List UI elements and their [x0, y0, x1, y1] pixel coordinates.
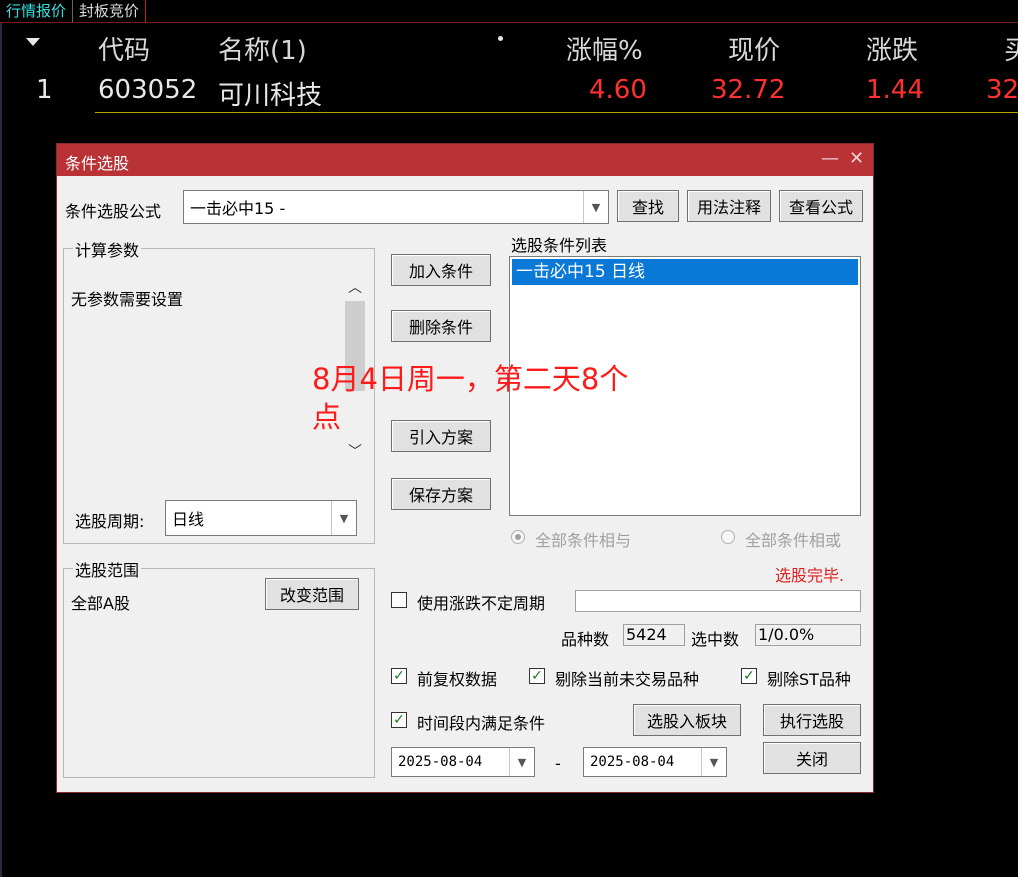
- status-text: 选股完毕.: [775, 566, 845, 585]
- period-combo[interactable]: 日线 ▼: [165, 500, 357, 536]
- condition-list-label: 选股条件列表: [511, 236, 608, 255]
- formula-combo[interactable]: 一击必中15 - ▼: [183, 190, 609, 224]
- header-name[interactable]: 名称(1): [218, 30, 307, 67]
- exclude-untraded-checkbox[interactable]: ✓: [529, 668, 545, 684]
- radio-or[interactable]: [721, 530, 735, 544]
- adjusted-checkbox[interactable]: ✓: [391, 668, 407, 684]
- view-formula-button[interactable]: 查看公式: [779, 190, 863, 222]
- formula-value: 一击必中15 -: [190, 199, 286, 218]
- time-range-checkbox[interactable]: ✓: [391, 712, 407, 728]
- radio-and-label: 全部条件相与: [535, 531, 632, 550]
- period-label: 选股周期:: [75, 512, 145, 531]
- time-range-label: 时间段内满足条件: [417, 714, 546, 733]
- tab-bar: 行情报价 封板竞价: [0, 0, 147, 22]
- execute-button[interactable]: 执行选股: [763, 704, 861, 736]
- period-value: 日线: [172, 510, 205, 529]
- formula-label: 条件选股公式: [65, 202, 162, 221]
- dialog-title: 条件选股: [65, 154, 130, 173]
- header-price[interactable]: 现价: [728, 30, 780, 67]
- variable-period-label: 使用涨跌不定周期: [417, 594, 546, 613]
- params-text: 无参数需要设置: [71, 290, 184, 309]
- dot-icon: [498, 36, 503, 41]
- header-bid[interactable]: 买: [1004, 30, 1018, 67]
- variable-period-input[interactable]: [575, 590, 861, 612]
- adjusted-label: 前复权数据: [417, 670, 498, 689]
- exclude-untraded-label: 剔除当前未交易品种: [555, 670, 700, 689]
- exclude-st-checkbox[interactable]: ✓: [741, 668, 757, 684]
- header-code[interactable]: 代码: [98, 30, 150, 67]
- params-group-label: 计算参数: [73, 237, 142, 261]
- left-edge: [0, 23, 2, 877]
- date-from: 2025-08-04: [398, 754, 483, 770]
- chevron-down-icon[interactable]: ▼: [701, 748, 726, 776]
- list-item[interactable]: 一击必中15 日线: [512, 259, 858, 285]
- chevron-down-icon[interactable]: ﹀: [343, 441, 367, 461]
- date-from-combo[interactable]: 2025-08-04 ▼: [391, 747, 535, 777]
- row-price: 32.72: [711, 75, 786, 105]
- to-block-button[interactable]: 选股入板块: [633, 704, 741, 736]
- selected-value: 1/0.0%: [755, 624, 861, 646]
- row-change: 1.44: [866, 75, 924, 105]
- delete-condition-button[interactable]: 删除条件: [391, 310, 491, 342]
- date-separator: -: [555, 754, 561, 773]
- variable-period-checkbox[interactable]: [391, 592, 407, 608]
- chevron-down-icon[interactable]: ▼: [331, 501, 356, 535]
- usage-button[interactable]: 用法注释: [687, 190, 771, 222]
- chevron-up-icon[interactable]: ︿: [343, 277, 367, 297]
- minimize-icon[interactable]: —: [821, 148, 839, 169]
- change-scope-button[interactable]: 改变范围: [265, 578, 359, 610]
- sort-menu-icon[interactable]: [26, 38, 40, 46]
- chevron-down-icon[interactable]: ▼: [509, 748, 534, 776]
- tab-limit-bid[interactable]: 封板竞价: [73, 0, 147, 22]
- row-underline: [95, 112, 1018, 113]
- find-button[interactable]: 查找: [617, 190, 679, 222]
- tab-quotes[interactable]: 行情报价: [0, 0, 74, 22]
- scope-group-label: 选股范围: [73, 557, 142, 581]
- chevron-down-icon[interactable]: ▼: [583, 191, 608, 223]
- condition-screen-dialog: 条件选股 — ✕ 条件选股公式 一击必中15 - ▼ 查找 用法注释 查看公式 …: [56, 143, 874, 793]
- save-plan-button[interactable]: 保存方案: [391, 478, 491, 510]
- row-index: 1: [36, 75, 53, 105]
- dialog-titlebar: 条件选股 — ✕: [57, 144, 873, 176]
- close-button[interactable]: 关闭: [763, 742, 861, 774]
- row-bid: 32: [986, 75, 1018, 105]
- date-to-combo[interactable]: 2025-08-04 ▼: [583, 747, 727, 777]
- selected-label: 选中数: [691, 630, 740, 649]
- close-icon[interactable]: ✕: [849, 148, 864, 169]
- divider: [0, 22, 1018, 23]
- annotation-text: 8月4日周一，第二天8个点: [312, 362, 629, 434]
- row-change-pct: 4.60: [589, 75, 647, 105]
- radio-and[interactable]: [511, 530, 525, 544]
- count-label: 品种数: [561, 630, 610, 649]
- header-change[interactable]: 涨跌: [866, 30, 918, 67]
- header-change-pct[interactable]: 涨幅%: [566, 30, 643, 67]
- count-value: 5424: [623, 624, 685, 646]
- radio-or-label: 全部条件相或: [745, 531, 842, 550]
- row-name[interactable]: 可川科技: [218, 75, 322, 112]
- add-condition-button[interactable]: 加入条件: [391, 254, 491, 286]
- date-to: 2025-08-04: [590, 754, 675, 770]
- exclude-st-label: 剔除ST品种: [767, 670, 851, 689]
- row-code[interactable]: 603052: [98, 75, 197, 105]
- scope-value: 全部A股: [71, 594, 130, 613]
